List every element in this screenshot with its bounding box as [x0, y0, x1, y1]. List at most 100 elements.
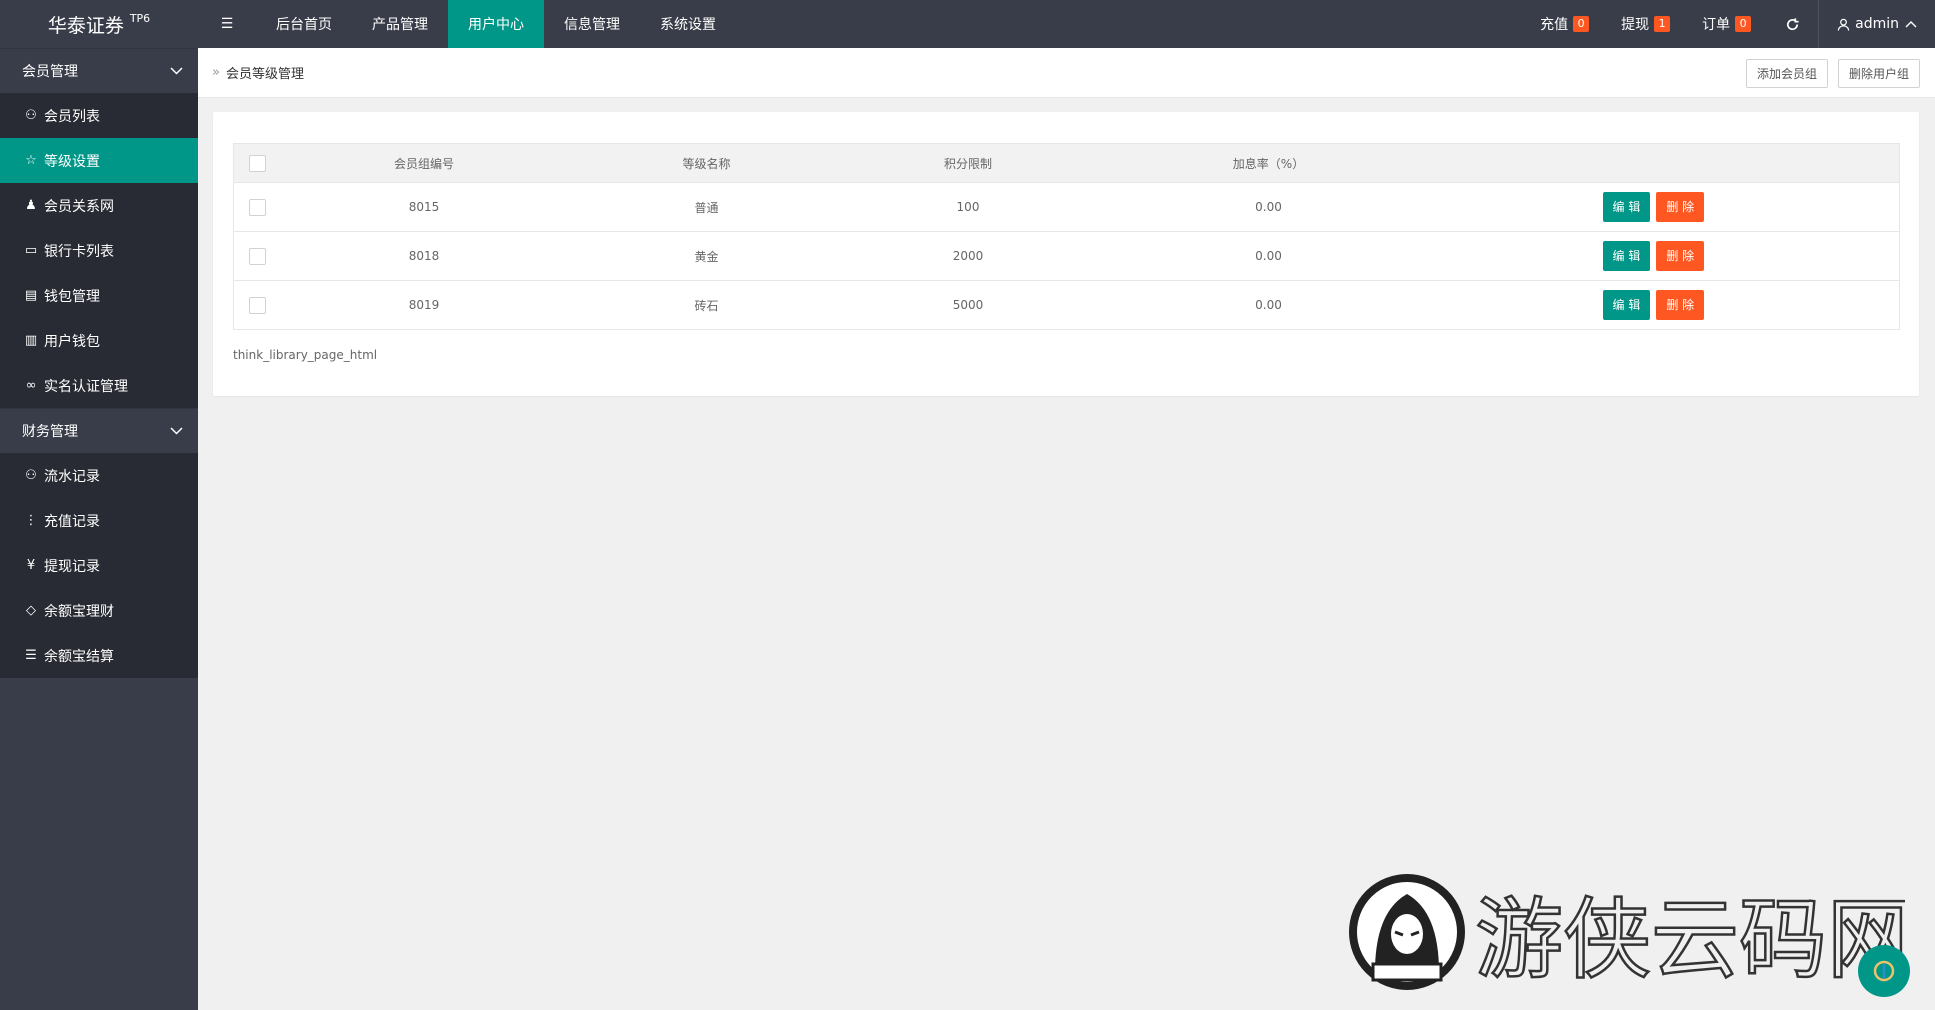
sidebar-item-withdraw-records[interactable]: ¥ 提现记录 — [0, 543, 198, 588]
chevron-up-icon — [1905, 21, 1917, 28]
table-header-row: 会员组编号 等级名称 积分限制 加息率（%） — [233, 143, 1900, 183]
cell-rate: 0.00 — [1089, 182, 1448, 232]
withdraw-link[interactable]: 提现 1 — [1605, 0, 1686, 48]
hooded-figure-icon: 游侠云码网 — [1349, 874, 1916, 992]
sidebar-item-label: 会员关系网 — [44, 198, 114, 215]
sidebar-item-label: 等级设置 — [44, 153, 100, 170]
sidebar-group-member[interactable]: 会员管理 — [0, 48, 198, 93]
yen-icon: ¥ — [26, 558, 36, 573]
orders-label: 订单 — [1702, 17, 1731, 33]
sidebar-item-member-network[interactable]: ♟ 会员关系网 — [0, 183, 198, 228]
level-table: 会员组编号 等级名称 积分限制 加息率（%） 8015 普通 100 0.00 … — [233, 143, 1900, 330]
app-title: 华泰证券 — [47, 14, 124, 37]
delete-group-button[interactable]: 删除用户组 — [1837, 59, 1920, 88]
cell-points: 5000 — [846, 280, 1090, 330]
nav-settings[interactable]: 系统设置 — [640, 0, 736, 48]
sidebar-item-label: 钱包管理 — [44, 288, 100, 305]
select-all-checkbox[interactable] — [249, 154, 267, 172]
sidebar-item-bank-cards[interactable]: ▭ 银行卡列表 — [0, 228, 198, 273]
row-checkbox[interactable] — [249, 247, 267, 265]
sidebar-item-label: 提现记录 — [44, 558, 100, 575]
sidebar-item-level-settings[interactable]: ☆ 等级设置 — [0, 138, 198, 183]
sidebar-group-items: ⚇ 会员列表 ☆ 等级设置 ♟ 会员关系网 ▭ 银行卡列表 ▤ 钱包管理 ▥ 用户钱包 ∞ 实… — [0, 93, 198, 408]
sidebar-item-user-wallet[interactable]: ▥ 用户钱包 — [0, 318, 198, 363]
sidebar-item-balance-finance[interactable]: ◇ 余额宝理财 — [0, 588, 198, 633]
list-icon: ☰ — [25, 648, 37, 663]
watermark-logo: 游侠云码网 — [1345, 872, 1916, 992]
row-checkbox-cell — [233, 231, 282, 281]
users-icon: ♟ — [25, 198, 37, 213]
nav-info[interactable]: 信息管理 — [544, 0, 640, 48]
row-checkbox[interactable] — [249, 198, 267, 216]
cell-points: 2000 — [846, 231, 1090, 281]
sidebar-item-member-list[interactable]: ⚇ 会员列表 — [0, 93, 198, 138]
page-actions: 添加会员组 删除用户组 — [1745, 59, 1920, 88]
row-checkbox[interactable] — [249, 296, 267, 314]
refresh-icon[interactable] — [1767, 0, 1820, 48]
card-icon: ▭ — [24, 243, 38, 258]
sidebar-group-items: ⚇ 流水记录 ⋮ 充值记录 ¥ 提现记录 ◇ 余额宝理财 ☰ 余额宝结算 — [0, 453, 198, 678]
cell-level-name: 黄金 — [566, 231, 847, 281]
edit-button[interactable]: 编 辑 — [1602, 192, 1651, 222]
delete-button[interactable]: 删 除 — [1656, 241, 1705, 271]
chevron-down-icon — [170, 67, 183, 75]
sidebar-item-recharge-records[interactable]: ⋮ 充值记录 — [0, 498, 198, 543]
nav-products[interactable]: 产品管理 — [352, 0, 448, 48]
nav-home[interactable]: 后台首页 — [256, 0, 352, 48]
cell-group-id: 8015 — [281, 182, 567, 232]
add-group-button[interactable]: 添加会员组 — [1745, 59, 1828, 88]
sidebar-item-balance-settle[interactable]: ☰ 余额宝结算 — [0, 633, 198, 678]
sidebar-item-flow-records[interactable]: ⚇ 流水记录 — [0, 453, 198, 498]
user-icon: ⚇ — [25, 108, 37, 123]
edit-button[interactable]: 编 辑 — [1602, 290, 1651, 320]
top-right: 充值 0 提现 1 订单 0 admin — [1524, 0, 1935, 48]
sidebar-item-label: 流水记录 — [44, 468, 100, 485]
row-checkbox-cell — [233, 182, 282, 232]
sidebar: 会员管理 ⚇ 会员列表 ☆ 等级设置 ♟ 会员关系网 ▭ 银行卡列表 ▤ 钱包管理 ▥ 用户… — [0, 48, 198, 1010]
sidebar-item-label: 余额宝结算 — [44, 648, 114, 665]
top-nav: ☰ 后台首页 产品管理 用户中心 信息管理 系统设置 — [198, 0, 736, 48]
recharge-link[interactable]: 充值 0 — [1524, 0, 1605, 48]
cell-actions: 编 辑删 除 — [1447, 182, 1900, 232]
link-icon: ∞ — [25, 378, 37, 393]
cell-rate: 0.00 — [1089, 231, 1448, 281]
sidebar-item-label: 银行卡列表 — [44, 243, 114, 260]
orders-link[interactable]: 订单 0 — [1686, 0, 1767, 48]
table-row: 8018 黄金 2000 0.00 编 辑删 除 — [233, 231, 1900, 281]
top-bar: 华泰证券 TP6 ☰ 后台首页 产品管理 用户中心 信息管理 系统设置 充值 0 … — [0, 0, 1935, 48]
sidebar-group-finance[interactable]: 财务管理 — [0, 408, 198, 453]
orders-badge: 0 — [1735, 16, 1752, 32]
cell-actions: 编 辑删 除 — [1447, 231, 1900, 281]
table-row: 8015 普通 100 0.00 编 辑删 除 — [233, 182, 1900, 232]
user-icon — [1837, 18, 1850, 31]
diamond-icon: ◇ — [26, 603, 36, 618]
header-group-id: 会员组编号 — [281, 143, 567, 183]
recharge-badge: 0 — [1573, 16, 1590, 32]
pagination: think_library_page_html — [233, 348, 378, 362]
cell-level-name: 砖石 — [566, 280, 847, 330]
sidebar-item-realname[interactable]: ∞ 实名认证管理 — [0, 363, 198, 408]
sidebar-group-label: 会员管理 — [22, 64, 78, 80]
sidebar-item-wallet-manage[interactable]: ▤ 钱包管理 — [0, 273, 198, 318]
select-all-cell — [233, 143, 282, 183]
header-points: 积分限制 — [846, 143, 1090, 183]
more-icon: ⋮ — [24, 513, 38, 528]
app-logo[interactable]: 华泰证券 TP6 — [0, 0, 198, 48]
book-icon: ▤ — [24, 288, 38, 303]
user-menu[interactable]: admin — [1819, 0, 1935, 48]
open-book-icon: ▥ — [24, 333, 38, 348]
header-rate: 加息率（%） — [1089, 143, 1448, 183]
sidebar-item-label: 会员列表 — [44, 108, 100, 125]
cell-rate: 0.00 — [1089, 280, 1448, 330]
cell-points: 100 — [846, 182, 1090, 232]
edit-button[interactable]: 编 辑 — [1602, 241, 1651, 271]
delete-button[interactable]: 删 除 — [1656, 192, 1705, 222]
content-panel: 会员组编号 等级名称 积分限制 加息率（%） 8015 普通 100 0.00 … — [213, 112, 1919, 396]
cell-actions: 编 辑删 除 — [1447, 280, 1900, 330]
floating-assistant-icon[interactable] — [1858, 945, 1910, 997]
menu-toggle-icon[interactable]: ☰ — [198, 0, 256, 48]
withdraw-badge: 1 — [1654, 16, 1671, 32]
recharge-label: 充值 — [1540, 17, 1569, 33]
nav-user-center[interactable]: 用户中心 — [448, 0, 544, 48]
delete-button[interactable]: 删 除 — [1656, 290, 1705, 320]
